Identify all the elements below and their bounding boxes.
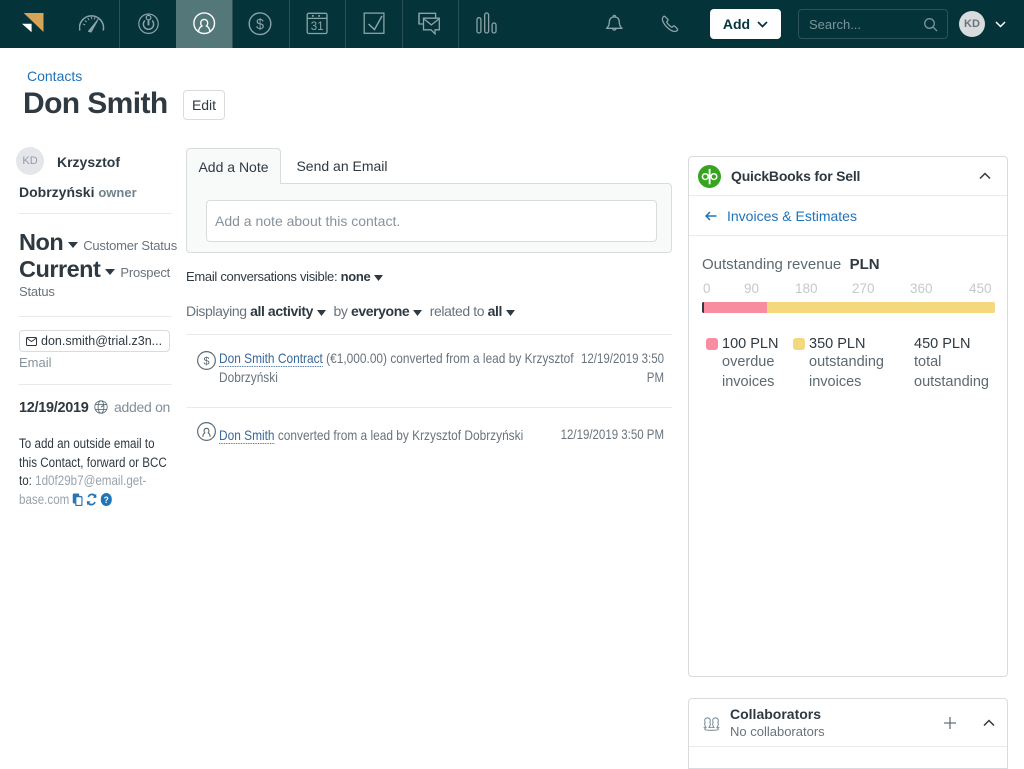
svg-text:31: 31	[311, 21, 324, 33]
svg-text:$: $	[203, 356, 209, 368]
svg-text:$: $	[256, 17, 264, 33]
svg-text:?: ?	[104, 494, 109, 505]
